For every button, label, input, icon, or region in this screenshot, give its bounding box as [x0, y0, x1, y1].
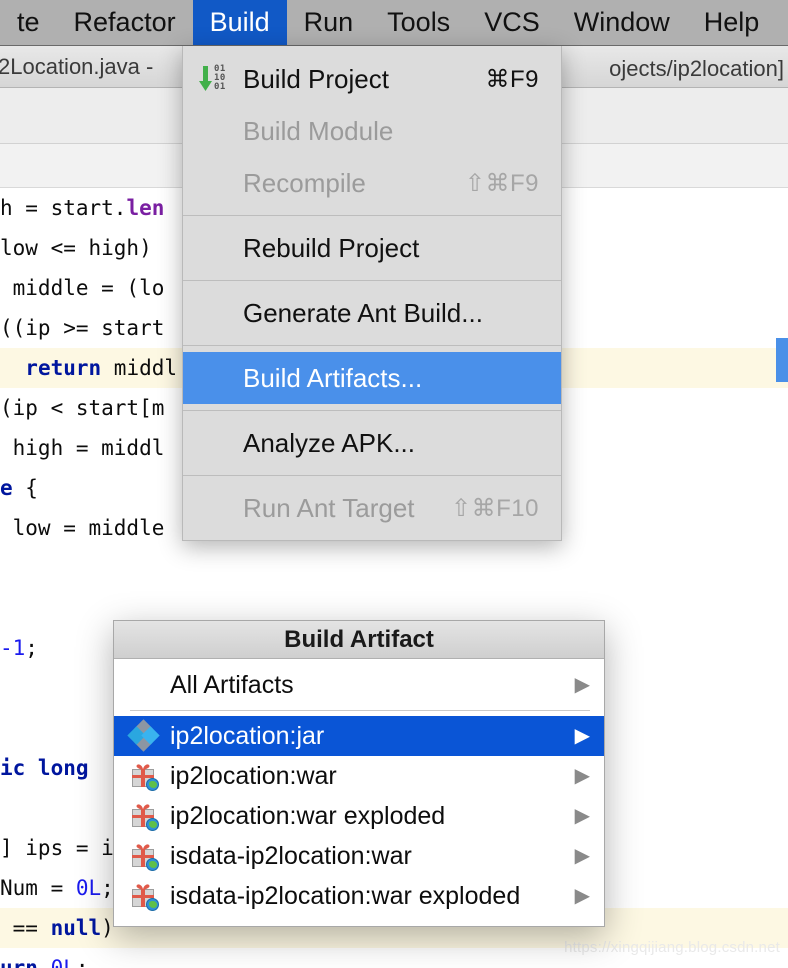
build-menu-item-label: Build Artifacts... [243, 362, 423, 393]
artifact-item-icon-slot [130, 882, 170, 911]
build-menu-separator [183, 475, 561, 476]
artifact-item-icon-slot [130, 802, 170, 831]
build-menu-separator [183, 215, 561, 216]
submenu-arrow-icon: ▶ [574, 885, 590, 907]
build-menu-item-recompile: Recompile ⇧⌘F9 [183, 157, 561, 209]
war-artifact-icon [130, 842, 159, 871]
build-menu-separator [183, 280, 561, 281]
build-menu-item-label: Build Project [243, 63, 389, 94]
build-menu-item-shortcut: ⇧⌘F10 [451, 494, 539, 522]
build-menu-item-shortcut: ⌘F9 [485, 65, 539, 93]
submenu-arrow-icon: ▶ [574, 674, 590, 696]
build-menu-item-label: Generate Ant Build... [243, 297, 483, 328]
artifact-item-icon-slot [127, 719, 170, 752]
build-menu-item-build-module: Build Module [183, 105, 561, 157]
menu-item-help[interactable]: Help [687, 0, 777, 45]
app-root: 2Location.java - ojects/ip2location] h =… [0, 0, 788, 968]
artifact-item-label: ip2location:war exploded [170, 801, 446, 830]
artifact-item-icon-slot [130, 762, 170, 791]
menu-item-te[interactable]: te [0, 0, 57, 45]
menu-item-window[interactable]: Window [557, 0, 687, 45]
ide-window-title-left: 2Location.java - [0, 53, 154, 79]
build-menu-item-icon-slot: 01 10 01 [199, 65, 243, 92]
build-menu-item-analyze-apk[interactable]: Analyze APK... [183, 417, 561, 469]
artifact-item-ip2location-war-exploded[interactable]: ip2location:war exploded ▶ [114, 796, 604, 836]
build-menu-item-label: Analyze APK... [243, 427, 415, 458]
artifact-item-isdata-ip2location-war-exploded[interactable]: isdata-ip2location:war exploded ▶ [114, 876, 604, 916]
build-project-icon: 01 10 01 [199, 65, 233, 92]
build-menu-dropdown[interactable]: 01 10 01 Build Project ⌘F9 Build Module Recomp… [182, 46, 562, 541]
menu-item-refactor[interactable]: Refactor [57, 0, 193, 45]
build-artifact-list[interactable]: All Artifacts ▶ ip2location:jar ▶ ip2locatio… [114, 659, 604, 926]
artifact-item-label: All Artifacts [170, 670, 294, 699]
build-menu-item-build-project[interactable]: 01 10 01 Build Project ⌘F9 [183, 53, 561, 105]
artifact-item-label: ip2location:war [170, 761, 337, 790]
ide-window-title-right: ojects/ip2location] [609, 56, 784, 81]
war-artifact-icon [130, 802, 159, 831]
watermark-text: https://xingqijiang.blog.csdn.net [564, 939, 780, 956]
menu-item-run[interactable]: Run [287, 0, 371, 45]
build-menu-separator [183, 410, 561, 411]
build-menu-item-generate-ant-build[interactable]: Generate Ant Build... [183, 287, 561, 339]
artifact-item-isdata-ip2location-war[interactable]: isdata-ip2location:war ▶ [114, 836, 604, 876]
build-menu-item-label: Build Module [243, 115, 394, 146]
artifact-list-separator [130, 710, 590, 711]
build-menu-item-label: Recompile [243, 167, 366, 198]
build-menu-item-shortcut: ⇧⌘F9 [464, 169, 539, 197]
menu-item-tools[interactable]: Tools [370, 0, 467, 45]
artifact-item-ip2location-jar[interactable]: ip2location:jar ▶ [114, 716, 604, 756]
artifact-item-ip2location-war[interactable]: ip2location:war ▶ [114, 756, 604, 796]
artifact-item-icon-slot [130, 842, 170, 871]
artifact-item-all-artifacts[interactable]: All Artifacts ▶ [114, 665, 604, 705]
build-menu-item-label: Run Ant Target [243, 492, 415, 523]
jar-artifact-icon [127, 719, 160, 752]
war-artifact-icon [130, 762, 159, 791]
menu-item-build[interactable]: Build [192, 0, 287, 45]
submenu-arrow-icon: ▶ [574, 765, 590, 787]
build-menu-item-rebuild-project[interactable]: Rebuild Project [183, 222, 561, 274]
build-menu-item-run-ant-target: Run Ant Target ⇧⌘F10 [183, 482, 561, 534]
build-artifact-popup[interactable]: Build Artifact All Artifacts ▶ ip2location… [113, 620, 605, 927]
artifact-item-label: isdata-ip2location:war [170, 841, 412, 870]
submenu-arrow-icon: ▶ [574, 845, 590, 867]
build-menu-item-build-artifacts[interactable]: Build Artifacts... [183, 352, 561, 404]
artifact-item-label: isdata-ip2location:war exploded [170, 881, 521, 910]
editor-marker-gutter[interactable] [776, 188, 788, 968]
submenu-arrow-icon: ▶ [574, 805, 590, 827]
menu-item-vcs[interactable]: VCS [467, 0, 557, 45]
war-artifact-icon [130, 882, 159, 911]
main-menu-bar[interactable]: te Refactor Build Run Tools VCS Window Help [0, 0, 788, 46]
artifact-item-label: ip2location:jar [170, 721, 325, 750]
editor-caret-marker [776, 338, 788, 382]
submenu-arrow-icon: ▶ [574, 725, 590, 747]
build-menu-separator [183, 345, 561, 346]
build-menu-item-label: Rebuild Project [243, 232, 420, 263]
build-artifact-popup-title: Build Artifact [114, 621, 604, 659]
